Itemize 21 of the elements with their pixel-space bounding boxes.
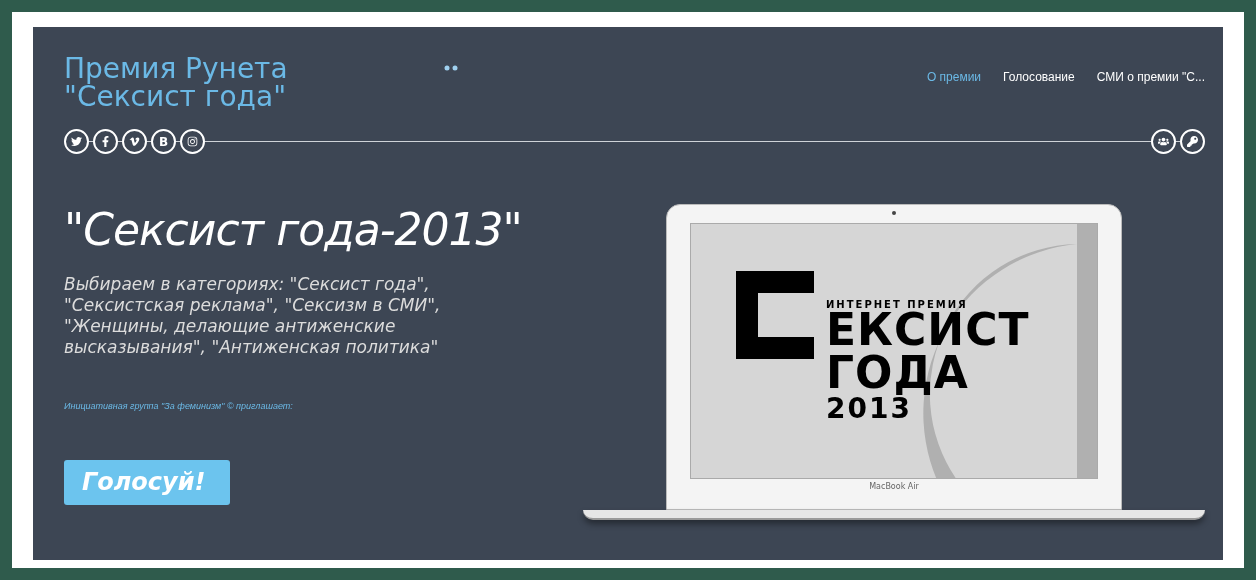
users-icon[interactable] — [1151, 129, 1176, 154]
nav-link[interactable]: Голосование — [1003, 68, 1075, 86]
nav-link[interactable]: О премии — [926, 68, 982, 86]
laptop-brand: MacBook Air — [869, 482, 919, 492]
nav-link[interactable]: СМИ о премии "С... — [1096, 68, 1205, 86]
facebook-icon[interactable] — [93, 129, 118, 154]
vimeo-icon[interactable] — [122, 129, 147, 154]
hero-title: "Сексист года-2013" — [64, 204, 523, 256]
site-title: "Сексист года" — [64, 83, 287, 111]
camera-icon[interactable] — [180, 129, 205, 154]
hero-subtitle: Выбираем в категориях: "Сексист года", "Сексистская реклама", "Сексизм в СМИ", "Женщины, делающие антиженские высказывания", "Антиженская политика" — [64, 274, 442, 358]
logo-word: ГОДА — [826, 352, 970, 394]
bird-icon[interactable] — [64, 129, 89, 154]
invite-link[interactable]: Инициативная группа "За феминизм" © приглашает: — [64, 400, 573, 414]
key-icon[interactable] — [1180, 129, 1205, 154]
social-link[interactable]: B — [151, 129, 176, 154]
logo-year: 2013 — [826, 394, 912, 424]
site-title: Премия Рунета — [64, 55, 289, 83]
logo-kicker: ИНТЕРНЕТ ПРЕМИЯ — [826, 299, 969, 311]
dots-icon — [444, 65, 458, 71]
logo-word: ЕКСИСТ — [826, 308, 1030, 352]
